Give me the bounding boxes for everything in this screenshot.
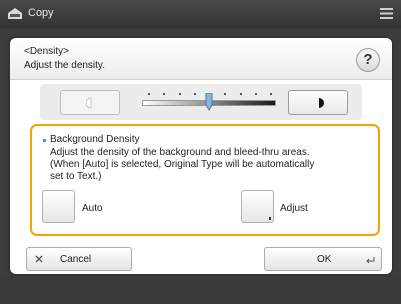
enter-icon (366, 257, 375, 263)
darker-button[interactable] (288, 90, 348, 115)
help-button[interactable]: ? (356, 48, 380, 72)
menu-icon[interactable] (380, 8, 393, 19)
darker-icon (319, 98, 324, 108)
section-heading: Background Density (50, 134, 140, 145)
slider-tick (193, 93, 196, 95)
ok-label: OK (317, 254, 332, 265)
slider-tick (148, 93, 150, 95)
slider-tick (270, 93, 272, 95)
section-description-line: Adjust the density of the background and… (50, 147, 310, 158)
auto-option-label: Auto (82, 203, 103, 214)
dialog-subtitle: Adjust the density. (24, 60, 105, 71)
slider-tick (163, 93, 166, 95)
close-icon (35, 255, 43, 263)
section-description-line: (When [Auto] is selected, Original Type … (50, 159, 315, 170)
slider-tick (254, 93, 257, 95)
lighter-button[interactable] (60, 90, 120, 115)
dialog-header: <Density> Adjust the density. ? (10, 38, 392, 80)
cancel-label: Cancel (60, 254, 92, 265)
section-description-line: set to Text.) (50, 171, 102, 182)
window-title: Copy (28, 7, 54, 19)
slider-tick (224, 93, 227, 95)
cancel-button[interactable]: Cancel (26, 247, 132, 271)
title-bar: Copy (0, 0, 401, 28)
copy-icon (8, 8, 22, 19)
slider-tick (239, 93, 242, 95)
submenu-indicator-icon (269, 217, 271, 220)
bullet-icon (43, 139, 46, 142)
density-slider-thumb[interactable] (205, 93, 213, 111)
auto-option-button[interactable] (42, 190, 75, 223)
lighter-icon (86, 97, 92, 109)
ok-button[interactable]: OK (264, 247, 382, 271)
density-dialog: <Density> Adjust the density. ? Backgrou… (10, 38, 392, 274)
adjust-option-button[interactable] (241, 190, 274, 223)
bottom-bar (0, 276, 401, 304)
adjust-option-label: Adjust (280, 203, 308, 214)
dialog-title: <Density> (24, 46, 70, 57)
density-slider-panel (40, 84, 362, 120)
slider-tick (178, 93, 181, 95)
background-density-section: Background Density Adjust the density of… (30, 124, 380, 236)
